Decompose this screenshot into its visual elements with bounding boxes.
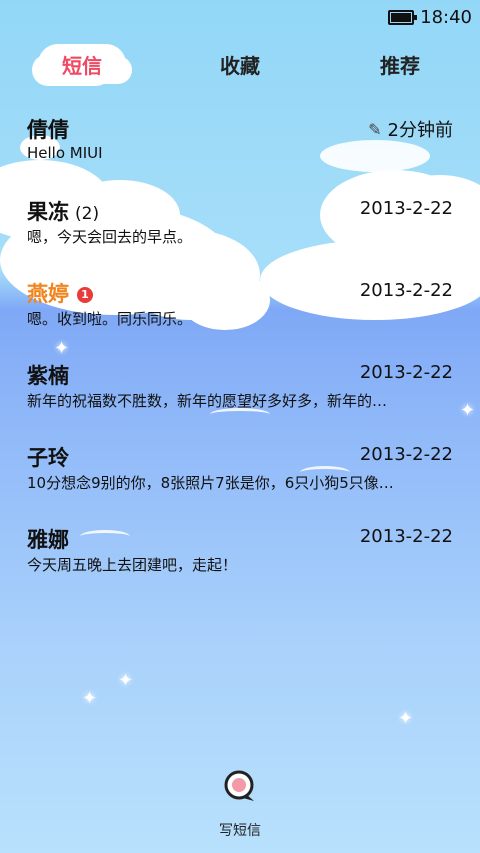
status-bar: 18:40 (388, 0, 480, 34)
contact-name: 倩倩 (27, 118, 69, 142)
conversation-time: 2013-2-22 (359, 280, 453, 301)
message-preview: 今天周五晚上去团建吧，走起！ (27, 556, 238, 574)
compose-bubble-icon (224, 770, 254, 801)
conversation-time: ✎ 2分钟前 (368, 116, 453, 142)
conversation-list: 倩倩 ✎ 2分钟前 Hello MIUI 果冻 (2) 2013-2-22 嗯，今… (0, 96, 480, 588)
status-time: 18:40 (420, 6, 472, 28)
compose-label: 写短信 (219, 823, 261, 839)
conversation-row[interactable]: 果冻 (2) 2013-2-22 嗯，今天会回去的早点。 (0, 178, 480, 260)
conversation-row[interactable]: 雅娜 2013-2-22 今天周五晚上去团建吧，走起！ (0, 506, 480, 588)
tab-bar: 短信 收藏 推荐 (0, 40, 480, 90)
message-preview: 10分想念9别的你，8张照片7张是你，6只小狗5只像… (27, 474, 394, 492)
conversation-row[interactable]: 燕婷 1 2013-2-22 嗯。收到啦。同乐同乐。 (0, 260, 480, 342)
conversation-row[interactable]: 紫楠 2013-2-22 新年的祝福数不胜数，新年的愿望好多好多，新年的… (0, 342, 480, 424)
conversation-time: 2013-2-22 (359, 444, 453, 465)
conversation-time: 2013-2-22 (359, 362, 453, 383)
contact-name: 雅娜 (27, 528, 69, 552)
conversation-row[interactable]: 子玲 2013-2-22 10分想念9别的你，8张照片7张是你，6只小狗5只像… (0, 424, 480, 506)
conversation-time: 2013-2-22 (359, 198, 453, 219)
battery-icon (388, 9, 418, 25)
contact-name: 燕婷 1 (27, 278, 93, 308)
conversation-time: 2013-2-22 (359, 526, 453, 547)
message-preview: Hello MIUI (27, 144, 103, 162)
contact-name: 子玲 (27, 446, 69, 470)
conversation-row[interactable]: 倩倩 ✎ 2分钟前 Hello MIUI (0, 96, 480, 178)
unread-badge: 1 (77, 287, 93, 303)
tab-sms[interactable]: 短信 (38, 40, 126, 88)
message-count: (2) (75, 204, 100, 224)
message-preview: 新年的祝福数不胜数，新年的愿望好多好多，新年的… (27, 392, 388, 410)
tab-recommended[interactable]: 推荐 (360, 40, 440, 88)
contact-name: 果冻 (2) (27, 200, 100, 224)
compose-button[interactable]: 写短信 (0, 770, 480, 840)
message-preview: 嗯。收到啦。同乐同乐。 (27, 310, 193, 328)
contact-name: 紫楠 (27, 364, 69, 388)
time-label: 2分钟前 (387, 120, 453, 141)
tab-favorites[interactable]: 收藏 (200, 40, 280, 88)
message-preview: 嗯，今天会回去的早点。 (27, 228, 193, 246)
draft-pencil-icon: ✎ (368, 119, 382, 139)
